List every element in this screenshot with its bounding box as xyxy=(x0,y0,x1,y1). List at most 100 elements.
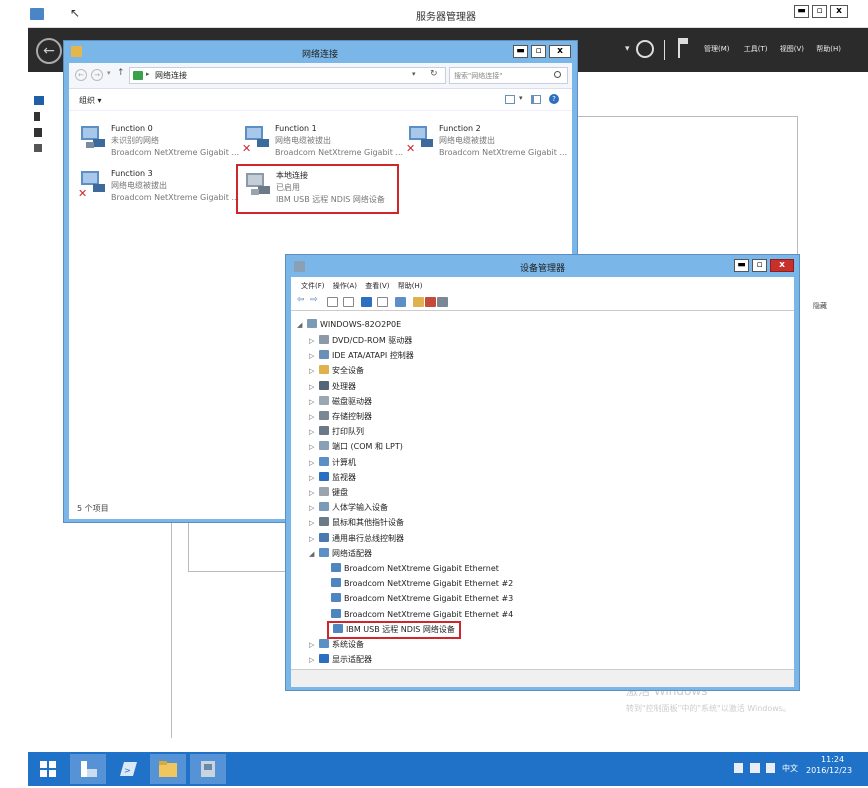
tree-network-adapter[interactable]: Broadcom NetXtreme Gigabit Ethernet #3 xyxy=(331,592,513,606)
menu-help[interactable]: 帮助(H) xyxy=(816,45,841,53)
refresh-button[interactable] xyxy=(636,40,654,58)
device-category-icon xyxy=(319,456,329,466)
device-category-icon xyxy=(319,547,329,557)
nav-back-icon[interactable]: ← xyxy=(75,69,87,81)
flag-icon[interactable] xyxy=(678,38,688,58)
tree-category[interactable]: ▷ 人体学输入设备 xyxy=(309,501,388,515)
breadcrumb[interactable]: 网络连接 xyxy=(155,70,187,81)
tree-category[interactable]: ▷ 打印队列 xyxy=(309,425,364,439)
address-dropdown-icon[interactable]: ▾ xyxy=(412,70,416,78)
network-close-button[interactable]: x xyxy=(549,45,571,58)
device-manager-app-icon xyxy=(294,261,305,272)
search-input[interactable]: 搜索"网络连接" xyxy=(449,67,568,84)
tree-category[interactable]: ▷ 安全设备 xyxy=(309,364,364,378)
network-adapter-icon xyxy=(331,563,341,572)
tree-category-label: 通用串行总线控制器 xyxy=(332,533,404,543)
hide-link[interactable]: 隐藏 xyxy=(813,301,827,311)
tree-category[interactable]: ▷ 端口 (COM 和 LPT) xyxy=(309,440,403,454)
organize-button[interactable]: 组织 ▾ xyxy=(79,95,102,106)
menu-tools[interactable]: 工具(T) xyxy=(744,45,768,53)
dm-back-icon[interactable]: ⇦ xyxy=(297,295,305,305)
tree-category[interactable]: ◢ 网络适配器 xyxy=(309,547,372,561)
tray-language[interactable]: 中文 xyxy=(782,763,798,774)
tray-network-icon[interactable] xyxy=(750,763,760,773)
nav-up-icon[interactable]: ↑ xyxy=(117,68,125,78)
tray-flag-icon[interactable] xyxy=(734,763,743,773)
dm-maximize-button[interactable]: ▫ xyxy=(752,259,767,272)
dm-view-icon[interactable] xyxy=(377,297,388,307)
dm-close-button[interactable]: x xyxy=(770,259,794,272)
server-manager-title: 服务器管理器 xyxy=(416,12,476,23)
dm-properties-icon[interactable] xyxy=(343,297,354,307)
tree-category[interactable]: ▷ 计算机 xyxy=(309,456,356,470)
all-servers-nav-icon[interactable] xyxy=(34,128,42,137)
adapter-item-highlighted[interactable]: 本地连接 已启用 IBM USB 远程 NDIS 网络设备 xyxy=(236,164,399,214)
dm-update-driver-icon[interactable] xyxy=(413,297,424,307)
tree-network-adapter-label: IBM USB 远程 NDIS 网络设备 xyxy=(346,624,455,634)
dm-minimize-button[interactable]: ▬ xyxy=(734,259,749,272)
address-refresh-icon[interactable]: ↻ xyxy=(430,69,438,79)
tree-category[interactable]: ▷ 系统设备 xyxy=(309,638,364,652)
back-button[interactable]: ← xyxy=(36,38,62,64)
help-icon[interactable]: ? xyxy=(549,94,559,104)
dm-help-icon[interactable] xyxy=(361,297,372,307)
network-maximize-button[interactable]: ▫ xyxy=(531,45,546,58)
view-options-icon[interactable] xyxy=(505,95,515,104)
close-button[interactable]: x xyxy=(830,5,848,18)
device-tree: ◢ WINDOWS-82O2P0E ▷ DVD/CD-ROM 驱动器 ▷ IDE ATA… xyxy=(291,311,794,681)
tree-category[interactable]: ▷ IDE ATA/ATAPI 控制器 xyxy=(309,349,414,363)
tray-time[interactable]: 11:24 xyxy=(821,755,844,764)
adapter-item[interactable]: ✕ Function 1 网络电缆被拔出 Broadcom NetXtreme Gi… xyxy=(241,121,403,163)
view-dropdown-icon[interactable]: ▾ xyxy=(519,94,523,102)
tree-category[interactable]: ▷ 监视器 xyxy=(309,471,356,485)
tree-category[interactable]: ▷ DVD/CD-ROM 驱动器 xyxy=(309,334,412,348)
tree-category[interactable]: ▷ 鼠标和其他指针设备 xyxy=(309,516,404,530)
tree-network-adapter[interactable]: Broadcom NetXtreme Gigabit Ethernet #2 xyxy=(331,577,513,591)
tree-category[interactable]: ▷ 处理器 xyxy=(309,380,356,394)
tray-volume-icon[interactable] xyxy=(766,763,775,773)
tree-network-adapter-highlighted[interactable]: IBM USB 远程 NDIS 网络设备 xyxy=(327,620,461,639)
dm-show-hide-tree-icon[interactable] xyxy=(327,297,338,307)
tree-root[interactable]: ◢ WINDOWS-82O2P0E xyxy=(297,318,401,332)
network-toolbar: 组织 ▾ ▾ ? xyxy=(69,89,572,111)
tree-category[interactable]: ▷ 通用串行总线控制器 xyxy=(309,532,404,546)
dm-menu-view[interactable]: 查看(V) xyxy=(365,282,389,290)
dashboard-nav-icon[interactable] xyxy=(34,96,44,105)
adapter-item[interactable]: Function 0 未识别的网络 Broadcom NetXtreme Gigab… xyxy=(77,121,239,163)
dm-forward-icon[interactable]: ⇨ xyxy=(310,295,318,305)
tree-category[interactable]: ▷ 磁盘驱动器 xyxy=(309,395,372,409)
tree-network-adapter[interactable]: Broadcom NetXtreme Gigabit Ethernet xyxy=(331,562,499,576)
dm-menu-file[interactable]: 文件(F) xyxy=(301,282,325,290)
server-manager-titlebar: ↖ 服务器管理器 ▬ ▫ x xyxy=(28,0,868,28)
network-minimize-button[interactable]: ▬ xyxy=(513,45,528,58)
dropdown-arrow-icon[interactable]: ▾ xyxy=(625,44,630,54)
dm-menu-action[interactable]: 操作(A) xyxy=(333,282,357,290)
tree-category[interactable]: ▷ 键盘 xyxy=(309,486,348,500)
network-adapter-disconnected-icon: ✕ xyxy=(405,123,435,155)
menu-view[interactable]: 视图(V) xyxy=(780,45,804,53)
minimize-button[interactable]: ▬ xyxy=(794,5,809,18)
adapter-item[interactable]: ✕ Function 2 网络电缆被拔出 Broadcom NetXtreme Gi… xyxy=(405,121,567,163)
start-button[interactable] xyxy=(30,754,66,784)
dm-disable-icon[interactable] xyxy=(425,297,436,307)
tree-category[interactable]: ▷ 显示适配器 xyxy=(309,653,372,667)
nav-dropdown-icon[interactable]: ▾ xyxy=(107,69,111,77)
dm-menu-help[interactable]: 帮助(H) xyxy=(398,282,423,290)
taskbar-file-explorer[interactable] xyxy=(150,754,186,784)
preview-pane-icon[interactable] xyxy=(531,95,541,104)
nav-forward-icon[interactable]: → xyxy=(91,69,103,81)
adapter-item[interactable]: ✕ Function 3 网络电缆被拔出 Broadcom NetXtreme Gi… xyxy=(77,166,239,208)
taskbar-device-manager[interactable] xyxy=(190,754,226,784)
taskbar-server-manager[interactable] xyxy=(70,754,106,784)
taskbar-powershell[interactable]: > xyxy=(110,754,146,784)
tree-category[interactable]: ▷ 存储控制器 xyxy=(309,410,372,424)
file-services-nav-icon[interactable] xyxy=(34,144,42,152)
tray-date[interactable]: 2016/12/23 xyxy=(806,766,852,775)
maximize-button[interactable]: ▫ xyxy=(812,5,827,18)
local-server-nav-icon[interactable] xyxy=(34,112,40,121)
tree-network-adapter[interactable]: Broadcom NetXtreme Gigabit Ethernet #4 xyxy=(331,608,513,622)
dm-uninstall-icon[interactable] xyxy=(437,297,448,307)
menu-manage[interactable]: 管理(M) xyxy=(704,45,730,53)
dm-scan-hardware-icon[interactable] xyxy=(395,297,406,307)
address-bar[interactable]: ▸ 网络连接 ▾ ↻ xyxy=(129,67,446,84)
